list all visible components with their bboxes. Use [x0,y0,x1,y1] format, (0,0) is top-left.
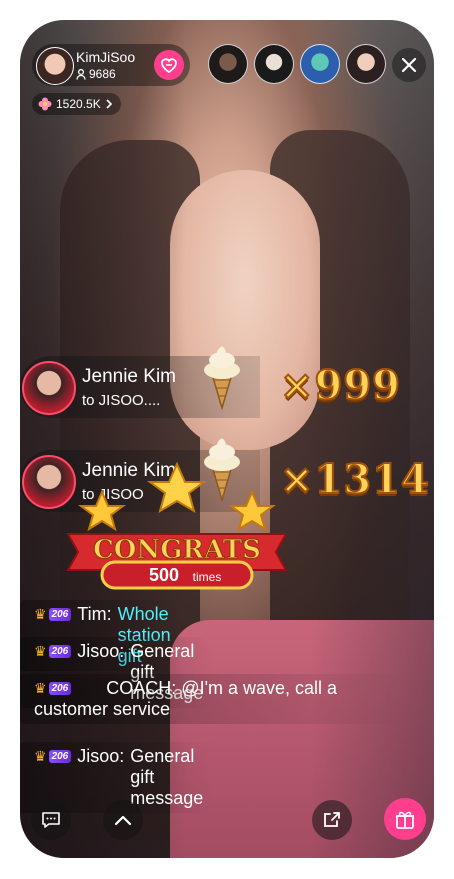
gift-recipient: to JISOO.... [82,392,161,409]
level-badge: ♛ 206 [34,643,72,660]
chat-icon [42,812,60,828]
crown-icon: ♛ [34,680,47,696]
heart-follow-icon [161,58,177,73]
viewer-avatar[interactable] [346,44,386,84]
gift-button[interactable] [384,798,426,840]
congrats-unit: times [193,570,222,584]
star-icon [146,462,208,514]
chat-message: ♛ 206 COACH: @I'm a wave, call a customer… [20,674,404,724]
crown-icon: ♛ [34,606,47,622]
popularity-value: 1520.5K [56,97,101,111]
level-badge: ♛ 206 [34,606,72,623]
close-icon [401,57,417,73]
viewer-avatar[interactable] [208,44,248,84]
congrats-effect: CONGRATS 500 times [66,462,288,590]
follow-button[interactable] [154,50,184,80]
chevron-up-icon [114,815,132,826]
flower-icon [38,97,52,111]
gift-combo-count: ×999 [279,361,402,410]
congrats-count: 500 [149,565,179,585]
chevron-right-icon [106,99,112,109]
close-button[interactable] [392,48,426,82]
viewer-avatar[interactable] [300,44,340,84]
host-fans-count: 9686 [89,67,116,81]
star-icon [78,489,126,532]
chat-text: General gift message [130,746,204,808]
share-icon [324,812,340,827]
chat-username[interactable]: Jisoo: [77,641,124,662]
host-info[interactable]: KimJiSoo 9686 [32,44,190,86]
chat-username[interactable]: Jisoo: [77,746,124,767]
chat-username[interactable]: Tim: [77,604,111,625]
viewer-avatar[interactable] [254,44,294,84]
crown-icon: ♛ [34,748,47,764]
chat-text: @I'm a wave, call a customer service [34,678,338,719]
crown-icon: ♛ [34,643,47,659]
user-icon [76,68,86,80]
viewer-avatars [208,44,386,84]
ice-cream-gift-icon [204,346,240,410]
share-button[interactable] [312,800,352,840]
chat-username[interactable]: COACH: [106,678,176,698]
sender-avatar[interactable] [22,361,76,415]
chat-button[interactable] [31,800,71,840]
level-badge: ♛ 206 [34,680,72,697]
star-icon [228,489,276,532]
host-fans: 9686 [76,67,116,81]
expand-button[interactable] [103,800,143,840]
gift-sender: Jennie Kim [82,366,176,387]
popularity-badge[interactable]: 1520.5K [32,93,121,115]
gift-combo-count: ×1314 [279,455,430,504]
host-name: KimJiSoo [76,49,136,65]
level-badge: ♛ 206 [34,748,72,765]
gift-icon [396,811,414,829]
host-avatar[interactable] [36,47,74,85]
